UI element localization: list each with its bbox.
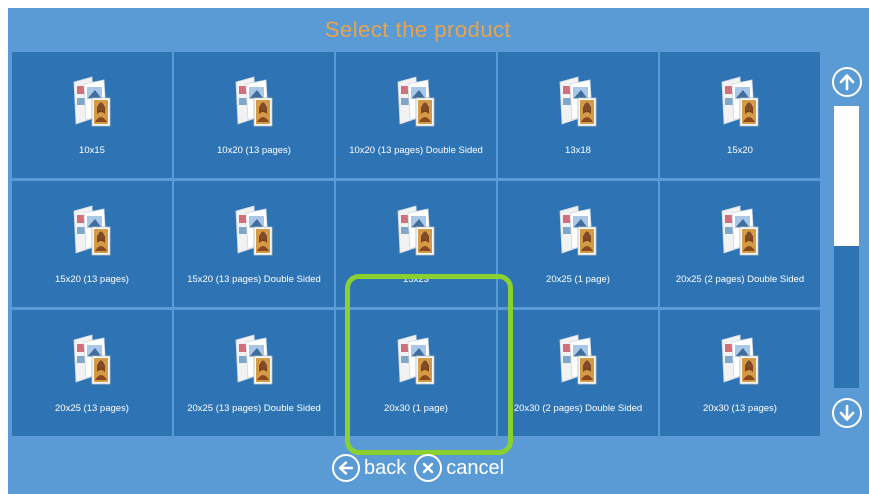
scroll-down-button[interactable] [832, 398, 862, 428]
product-tile[interactable]: 15x20 [660, 52, 820, 178]
product-tile[interactable]: 10x20 (13 pages) [174, 52, 334, 178]
photo-product-icon [68, 74, 116, 132]
product-label: 20x30 (1 page) [384, 403, 448, 414]
photo-product-icon [716, 74, 764, 132]
arrow-down-circle-icon [839, 404, 855, 421]
x-circle-icon [414, 454, 443, 482]
product-tile[interactable]: 20x25 (1 page) [498, 181, 658, 307]
photo-product-icon [716, 203, 764, 261]
scroll-up-button[interactable] [832, 67, 862, 97]
photo-product-icon [392, 203, 440, 261]
cancel-label: cancel [446, 456, 505, 479]
product-tile[interactable]: 15x23 [336, 181, 496, 307]
product-label: 13x18 [565, 145, 591, 156]
product-label: 10x15 [79, 145, 105, 156]
photo-product-icon [716, 332, 764, 390]
product-tile[interactable]: 15x20 (13 pages) [12, 181, 172, 307]
photo-product-icon [554, 203, 602, 261]
product-label: 20x25 (1 page) [546, 274, 610, 285]
product-tile[interactable]: 20x30 (13 pages) [660, 310, 820, 436]
product-tile[interactable]: 20x25 (13 pages) [12, 310, 172, 436]
bottom-bar: back cancel [8, 448, 828, 488]
product-tile[interactable]: 20x30 (2 pages) Double Sided [498, 310, 658, 436]
product-tile[interactable]: 13x18 [498, 52, 658, 178]
arrow-left-circle-icon [331, 454, 360, 482]
product-label: 20x25 (2 pages) Double Sided [675, 274, 805, 285]
product-tile[interactable]: 15x20 (13 pages) Double Sided [174, 181, 334, 307]
back-button[interactable]: back [331, 454, 407, 482]
app-frame: Select the product 10x15 10x20 (13 pages… [8, 8, 869, 494]
product-tile-selected[interactable]: 20x30 (1 page) [336, 310, 496, 436]
product-label: 20x30 (13 pages) [703, 403, 777, 414]
product-tile[interactable]: 10x15 [12, 52, 172, 178]
photo-product-icon [554, 332, 602, 390]
arrow-up-circle-icon [839, 74, 855, 91]
scrollbar-thumb[interactable] [834, 106, 859, 246]
photo-product-icon [230, 74, 278, 132]
product-tile[interactable]: 20x25 (13 pages) Double Sided [174, 310, 334, 436]
product-label: 15x20 (13 pages) Double Sided [187, 274, 321, 285]
product-tile[interactable]: 20x25 (2 pages) Double Sided [660, 181, 820, 307]
photo-product-icon [230, 203, 278, 261]
product-label: 10x20 (13 pages) [217, 145, 291, 156]
photo-product-icon [392, 332, 440, 390]
photo-product-icon [392, 74, 440, 132]
product-label: 20x25 (13 pages) [55, 403, 129, 414]
product-label: 20x25 (13 pages) Double Sided [187, 403, 321, 414]
product-label: 15x20 (13 pages) [55, 274, 129, 285]
product-grid: 10x15 10x20 (13 pages) 10x20 (13 pages) … [12, 52, 824, 436]
photo-product-icon [68, 203, 116, 261]
product-label: 15x20 [727, 145, 753, 156]
scrollbar[interactable] [834, 106, 859, 388]
product-label: 10x20 (13 pages) Double Sided [349, 145, 483, 156]
product-label: 15x23 [403, 274, 429, 285]
photo-product-icon [68, 332, 116, 390]
product-tile[interactable]: 10x20 (13 pages) Double Sided [336, 52, 496, 178]
product-label: 20x30 (2 pages) Double Sided [513, 403, 643, 414]
back-label: back [363, 456, 407, 479]
page-title: Select the product [324, 17, 512, 42]
photo-product-icon [554, 74, 602, 132]
cancel-button[interactable]: cancel [414, 454, 504, 482]
photo-product-icon [230, 332, 278, 390]
